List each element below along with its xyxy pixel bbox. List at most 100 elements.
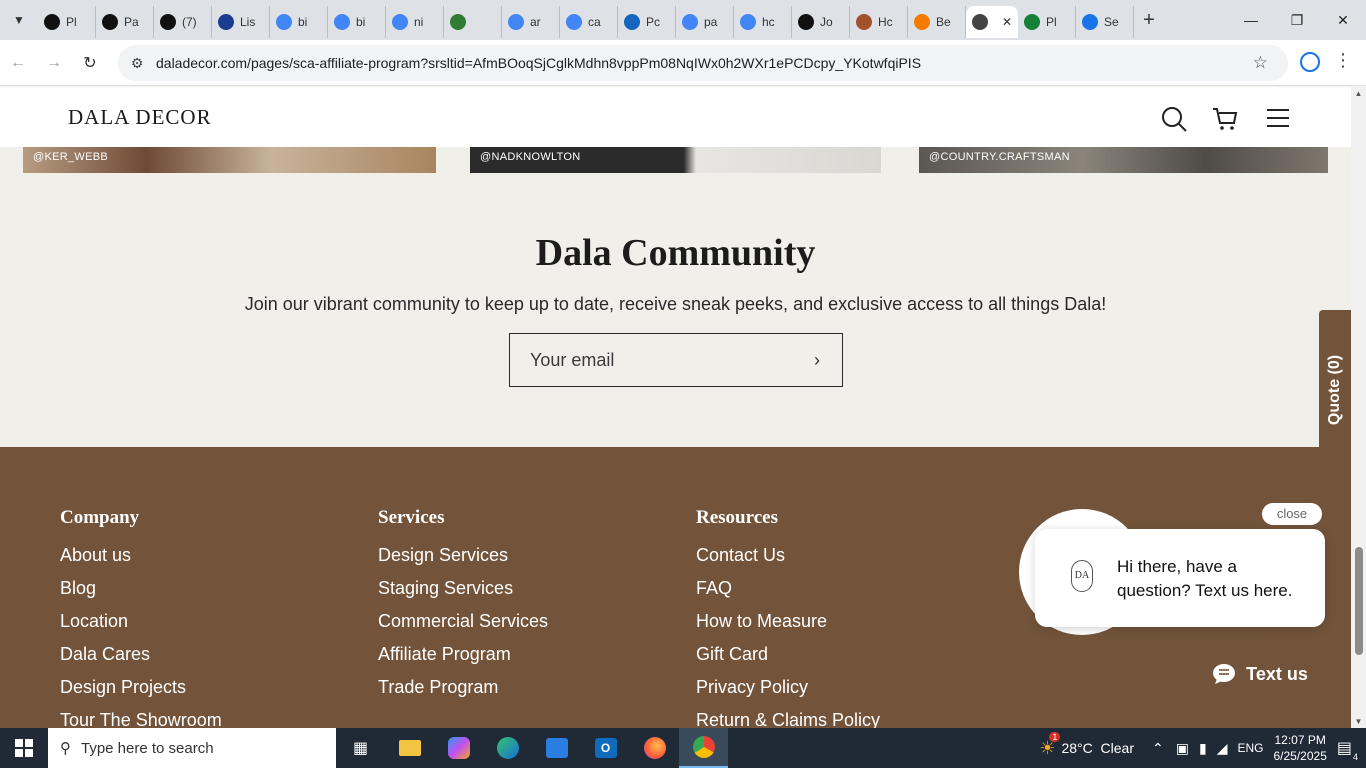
browser-tab[interactable]: Pl <box>1018 6 1076 38</box>
microsoft-store-icon[interactable] <box>532 728 581 768</box>
weather-text[interactable]: 28°C Clear <box>1061 740 1134 756</box>
bookmark-star-icon[interactable]: ☆ <box>1253 53 1268 73</box>
quote-side-tab[interactable]: Quote (0) <box>1319 310 1351 466</box>
task-view-icon[interactable]: ▦ <box>336 728 385 768</box>
text-us-button[interactable]: Text us <box>1199 650 1321 698</box>
start-button[interactable] <box>0 728 48 768</box>
edge-browser-icon[interactable] <box>483 728 532 768</box>
network-icon[interactable]: ◢ <box>1217 740 1228 757</box>
footer-link[interactable]: Trade Program <box>378 677 548 710</box>
taskbar-clock[interactable]: 12:07 PM 6/25/2025 <box>1273 732 1326 764</box>
footer-link[interactable]: Tour The Showroom <box>60 710 222 728</box>
footer-link[interactable]: Gift Card <box>696 644 880 677</box>
footer-link[interactable]: Affiliate Program <box>378 644 548 677</box>
footer-link[interactable]: About us <box>60 545 222 578</box>
scroll-down-icon[interactable]: ▼ <box>1351 717 1366 726</box>
browser-tab[interactable]: Hc <box>850 6 908 38</box>
browser-tab[interactable] <box>444 6 502 38</box>
browser-tab[interactable]: bi <box>270 6 328 38</box>
footer-link[interactable]: Design Services <box>378 545 548 578</box>
close-tab-icon[interactable]: ✕ <box>1002 15 1012 29</box>
new-tab-button[interactable]: + <box>1134 9 1164 32</box>
scroll-up-icon[interactable]: ▲ <box>1351 89 1366 98</box>
browser-tab[interactable]: Be <box>908 6 966 38</box>
meet-now-icon[interactable]: ▣ <box>1176 740 1189 757</box>
notification-center-icon[interactable]: ▤ 4 <box>1337 738 1358 762</box>
footer-link[interactable]: Return & Claims Policy <box>696 710 880 728</box>
footer-link[interactable]: Staging Services <box>378 578 548 611</box>
back-button[interactable]: ← <box>0 54 36 72</box>
footer-link[interactable]: Blog <box>60 578 222 611</box>
instagram-tile[interactable]: @KER_WEBB <box>23 147 436 173</box>
browser-tab[interactable]: Pa <box>96 6 154 38</box>
email-input[interactable] <box>510 334 792 386</box>
footer-link[interactable]: Dala Cares <box>60 644 222 677</box>
menu-icon[interactable] <box>1265 107 1291 129</box>
browser-tab[interactable]: bi <box>328 6 386 38</box>
instagram-tile[interactable]: @COUNTRY.CRAFTSMAN <box>919 147 1328 173</box>
tab-title: (7) <box>182 15 197 29</box>
footer-link[interactable]: Design Projects <box>60 677 222 710</box>
chrome-icon[interactable] <box>679 728 728 768</box>
reload-button[interactable]: ↻ <box>72 53 108 73</box>
footer-link[interactable]: Commercial Services <box>378 611 548 644</box>
address-bar[interactable]: ⚙ daladecor.com/pages/sca-affiliate-prog… <box>118 45 1288 81</box>
firefox-icon[interactable] <box>630 728 679 768</box>
language-indicator[interactable]: ENG <box>1237 741 1263 755</box>
forward-button[interactable]: → <box>36 54 72 72</box>
file-explorer-icon[interactable] <box>385 728 434 768</box>
tab-title: Se <box>1104 15 1119 29</box>
browser-tab[interactable]: Pc <box>618 6 676 38</box>
tab-search-button[interactable]: ▼ <box>0 0 38 40</box>
battery-icon[interactable]: ▮ <box>1199 740 1207 757</box>
chat-message-bubble[interactable]: DA Hi there, have a question? Text us he… <box>1035 529 1325 627</box>
submit-arrow-icon[interactable]: › <box>792 350 842 371</box>
browser-tab[interactable]: pa <box>676 6 734 38</box>
tab-title: bi <box>298 15 308 29</box>
instagram-tile[interactable]: @NADKNOWLTON <box>470 147 881 173</box>
community-section: Dala Community Join our vibrant communit… <box>0 173 1351 447</box>
footer-link[interactable]: Contact Us <box>696 545 880 578</box>
browser-toolbar: ← → ↻ ⚙ daladecor.com/pages/sca-affiliat… <box>0 40 1366 86</box>
taskbar-search[interactable]: ⚲ Type here to search <box>48 728 336 768</box>
site-logo[interactable]: DALA DECOR <box>68 105 212 130</box>
browser-tab[interactable]: ar <box>502 6 560 38</box>
cart-icon[interactable] <box>1211 105 1239 133</box>
search-icon[interactable] <box>1160 105 1188 133</box>
footer-link[interactable]: FAQ <box>696 578 880 611</box>
windows-logo-icon <box>15 739 33 757</box>
scrollbar-thumb[interactable] <box>1355 547 1363 655</box>
tab-favicon-icon <box>334 14 350 30</box>
outlook-icon[interactable]: O <box>581 728 630 768</box>
site-info-icon[interactable]: ⚙ <box>118 55 156 72</box>
chat-close-button[interactable]: close <box>1262 503 1322 525</box>
browser-tab[interactable]: (7) <box>154 6 212 38</box>
url-text[interactable]: daladecor.com/pages/sca-affiliate-progra… <box>156 55 921 71</box>
notification-count: 4 <box>1352 752 1358 762</box>
footer-link[interactable]: Location <box>60 611 222 644</box>
footer-link[interactable]: Privacy Policy <box>696 677 880 710</box>
footer-link[interactable]: How to Measure <box>696 611 880 644</box>
browser-tab[interactable]: hc <box>734 6 792 38</box>
show-hidden-icons[interactable]: ⌃ <box>1152 740 1164 757</box>
maximize-button[interactable]: ❐ <box>1274 0 1320 40</box>
browser-tab[interactable]: Pl <box>38 6 96 38</box>
weather-icon[interactable]: ☀ 1 <box>1039 731 1061 759</box>
browser-tab[interactable]: Lis <box>212 6 270 38</box>
browser-tab[interactable]: Jo <box>792 6 850 38</box>
browser-tab[interactable]: ca <box>560 6 618 38</box>
copilot-icon[interactable] <box>434 728 483 768</box>
minimize-button[interactable]: — <box>1228 0 1274 40</box>
footer-heading: Services <box>378 507 445 528</box>
browser-tab[interactable]: ✕ <box>966 6 1018 38</box>
browser-tab[interactable]: Se <box>1076 6 1134 38</box>
browser-tab-strip: ▼ Pl Pa (7) Lis bi bi ni ar ca Pc pa hc Jo Hc Be ✕ Pl Se … <box>0 0 1366 40</box>
weather-badge: 1 <box>1049 731 1061 742</box>
profile-icon[interactable] <box>1300 52 1320 72</box>
page-scrollbar[interactable]: ▲ ▼ <box>1351 87 1366 728</box>
window-controls: — ❐ ✕ <box>1228 0 1366 40</box>
browser-menu-icon[interactable]: ⋮ <box>1334 50 1352 71</box>
tab-title: pa <box>704 15 718 29</box>
close-window-button[interactable]: ✕ <box>1320 0 1366 40</box>
browser-tab[interactable]: ni <box>386 6 444 38</box>
